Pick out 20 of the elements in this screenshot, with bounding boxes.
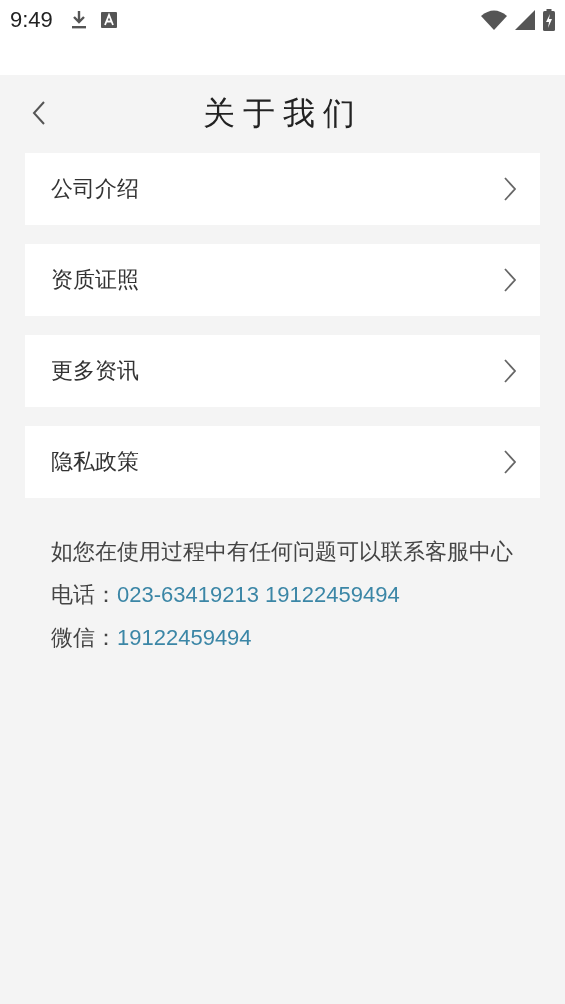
wifi-icon: [481, 10, 507, 30]
phone-link[interactable]: 023-63419213 19122459494: [117, 573, 400, 616]
signal-icon: [515, 10, 535, 30]
phone-label: 电话：: [51, 581, 117, 609]
status-time: 9:49: [10, 6, 53, 34]
chevron-right-icon: [504, 177, 516, 201]
app-notification-icon: [100, 12, 117, 28]
contact-intro: 如您在使用过程中有任何问题可以联系客服中心: [51, 538, 514, 566]
download-icon: [70, 10, 87, 30]
wechat-link[interactable]: 19122459494: [117, 616, 252, 659]
menu-item[interactable]: 资质证照: [25, 244, 540, 316]
menu-item[interactable]: 公司介绍: [25, 153, 540, 225]
chevron-right-icon: [504, 450, 516, 474]
battery-icon: [543, 9, 555, 31]
menu-item[interactable]: 更多资讯: [25, 335, 540, 407]
page-title: 关于我们: [202, 93, 363, 134]
chevron-right-icon: [504, 359, 516, 383]
menu-item[interactable]: 隐私政策: [25, 426, 540, 498]
chevron-right-icon: [504, 268, 516, 292]
wechat-label: 微信：: [51, 624, 117, 652]
